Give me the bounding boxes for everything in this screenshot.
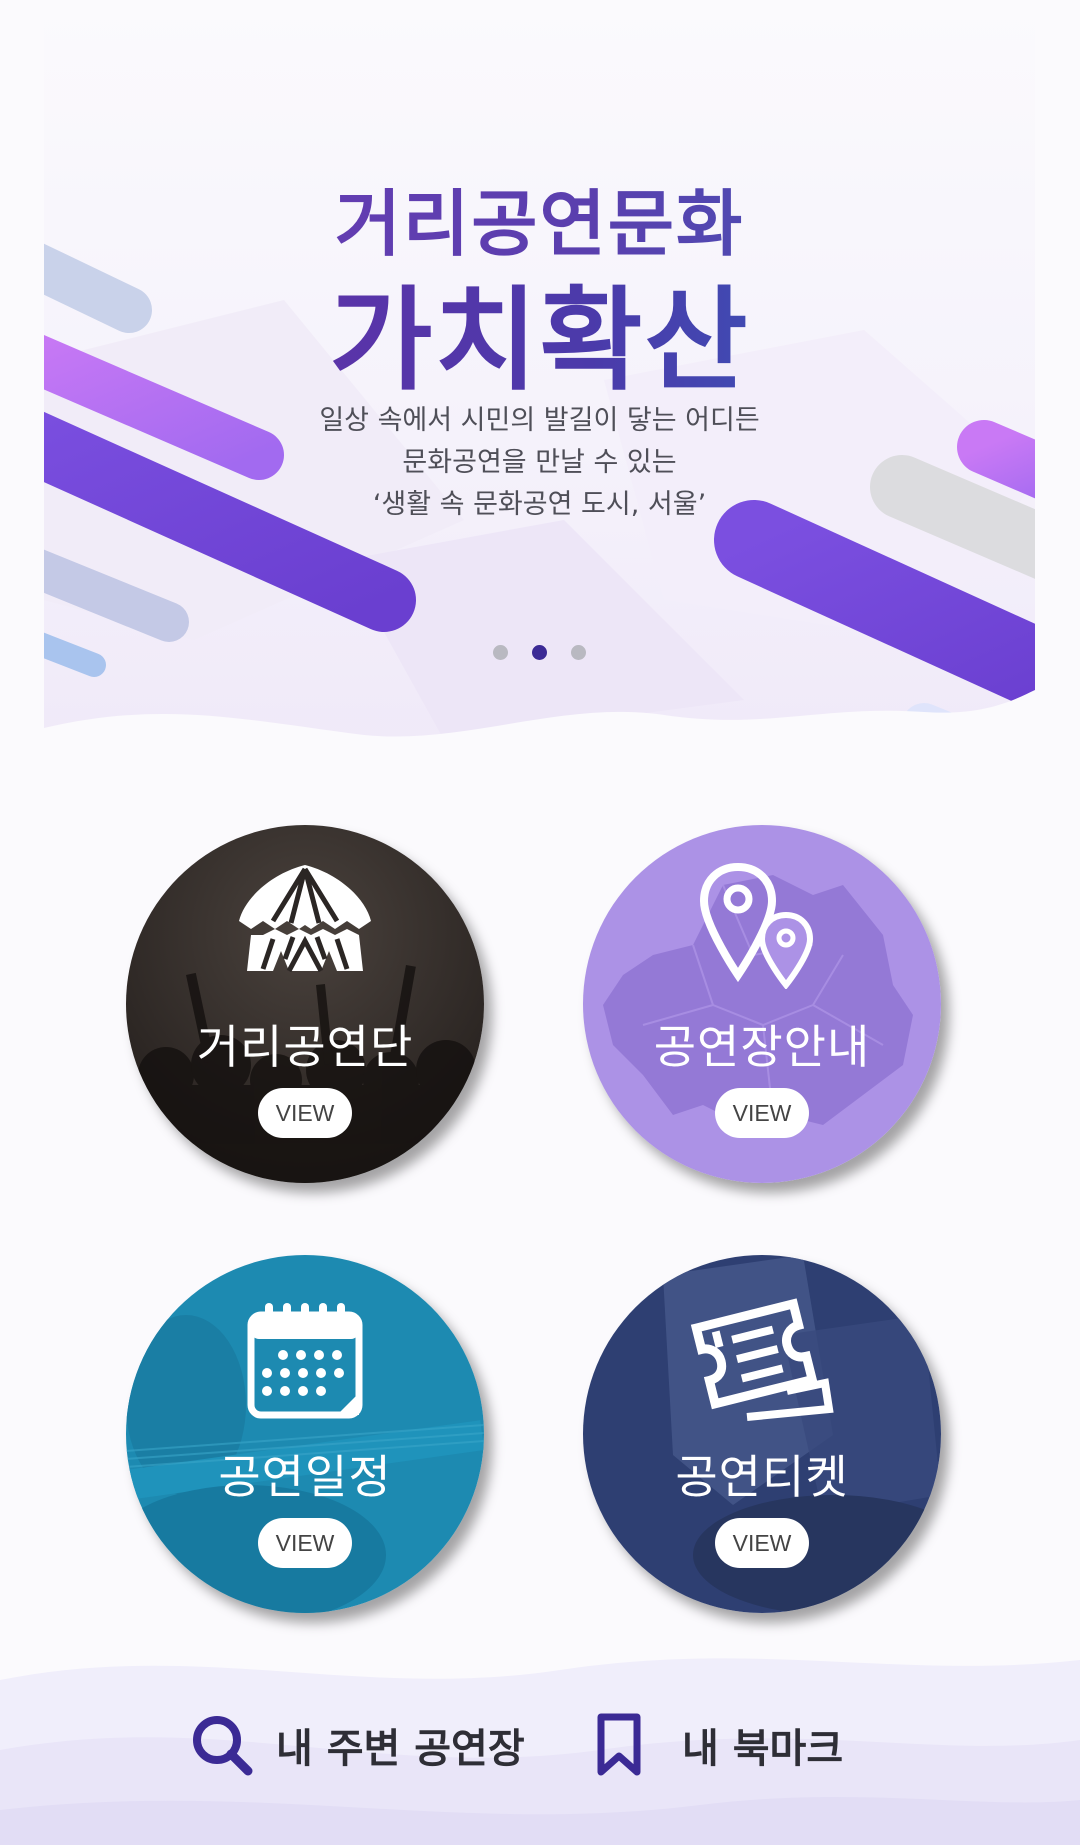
- view-button[interactable]: VIEW: [715, 1518, 809, 1568]
- carousel-dot-1[interactable]: [493, 645, 508, 660]
- circus-tent-icon: [239, 865, 371, 973]
- carousel-dot-2[interactable]: [532, 645, 547, 660]
- bottom-wave-decoration: [0, 1658, 1080, 1845]
- view-button[interactable]: VIEW: [258, 1088, 352, 1138]
- menu-performance-schedule[interactable]: 공연일정 VIEW: [126, 1255, 484, 1613]
- banner-description-line: 일상 속에서 시민의 발길이 닿는 어디든: [319, 405, 760, 436]
- banner-description-line: ‘생활 속 문화공연 도시, 서울’: [372, 489, 707, 520]
- my-bookmarks-label: 내 북마크: [682, 1726, 844, 1772]
- map-pin-icon: [699, 862, 814, 989]
- ticket-icon: [690, 1298, 834, 1421]
- menu-label: 공연일정: [218, 1450, 392, 1504]
- bookmark-icon: [597, 1713, 641, 1776]
- banner-title-line2: 가치확산: [44, 250, 1035, 412]
- menu-label: 공연장안내: [653, 1020, 871, 1074]
- nearby-venues-label: 내 주변 공연장: [276, 1726, 525, 1772]
- my-bookmarks-button[interactable]: 내 북마크: [596, 1710, 843, 1780]
- nearby-venues-button[interactable]: 내 주변 공연장: [190, 1710, 525, 1780]
- search-icon: [193, 1716, 253, 1776]
- menu-venue-guide[interactable]: 공연장안내 VIEW: [583, 825, 941, 1183]
- banner-description: 일상 속에서 시민의 발길이 닿는 어디든 문화공연을 만날 수 있는 ‘생활 …: [44, 400, 1035, 526]
- banner-description-line: 문화공연을 만날 수 있는: [402, 447, 677, 478]
- view-button[interactable]: VIEW: [715, 1088, 809, 1138]
- menu-street-performers[interactable]: 거리공연단 VIEW: [126, 825, 484, 1183]
- view-button[interactable]: VIEW: [258, 1518, 352, 1568]
- calendar-icon: [247, 1303, 363, 1419]
- app-screen: 거리공연문화 가치확산 일상 속에서 시민의 발길이 닿는 어디든 문화공연을 …: [0, 0, 1080, 1845]
- menu-performance-tickets[interactable]: 공연티켓 VIEW: [583, 1255, 941, 1613]
- carousel-indicator: [44, 645, 1035, 660]
- menu-label: 거리공연단: [196, 1020, 414, 1074]
- carousel-dot-3[interactable]: [571, 645, 586, 660]
- menu-label: 공연티켓: [675, 1450, 849, 1504]
- hero-banner[interactable]: 거리공연문화 가치확산 일상 속에서 시민의 발길이 닿는 어디든 문화공연을 …: [44, 0, 1035, 800]
